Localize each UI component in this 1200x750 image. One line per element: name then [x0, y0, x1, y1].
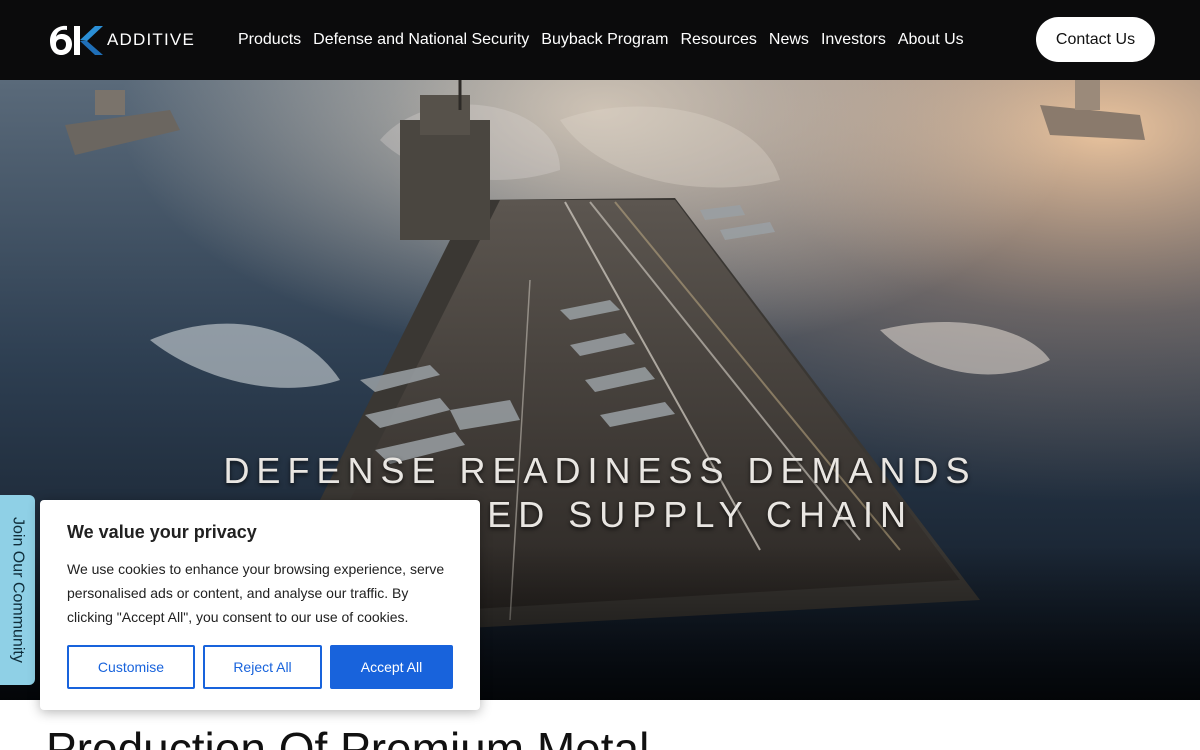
hero-headline-line1: DEFENSE READINESS DEMANDS	[223, 450, 977, 491]
nav-item-buyback[interactable]: Buyback Program	[535, 31, 674, 49]
logo-mark: ADDITIVE	[45, 22, 195, 58]
cookie-actions: Customise Reject All Accept All	[67, 645, 453, 689]
nav-item-investors[interactable]: Investors	[815, 31, 892, 49]
cookie-title: We value your privacy	[67, 522, 257, 542]
nav-item-defense[interactable]: Defense and National Security	[307, 31, 535, 49]
nav-item-news[interactable]: News	[763, 31, 815, 49]
cookie-description: We use cookies to enhance your browsing …	[67, 561, 445, 625]
contact-us-button[interactable]: Contact Us	[1036, 17, 1155, 62]
customise-button[interactable]: Customise	[67, 645, 195, 689]
nav-item-about[interactable]: About Us	[892, 31, 970, 49]
cookie-consent-banner: We value your privacy We use cookies to …	[40, 500, 480, 710]
join-community-label: Join Our Community	[9, 517, 27, 663]
main-nav: Products Defense and National Security B…	[232, 0, 970, 80]
logo[interactable]: ADDITIVE	[45, 22, 195, 58]
nav-item-products[interactable]: Products	[232, 31, 307, 49]
reject-all-button[interactable]: Reject All	[203, 645, 322, 689]
section-heading: Production Of Premium Metal	[46, 723, 650, 750]
accept-all-button[interactable]: Accept All	[330, 645, 453, 689]
logo-icon	[50, 25, 103, 55]
site-header: ADDITIVE Products Defense and National S…	[0, 0, 1200, 80]
nav-item-resources[interactable]: Resources	[674, 31, 762, 49]
join-community-tab[interactable]: Join Our Community	[0, 495, 35, 685]
logo-wordmark: ADDITIVE	[107, 30, 196, 49]
